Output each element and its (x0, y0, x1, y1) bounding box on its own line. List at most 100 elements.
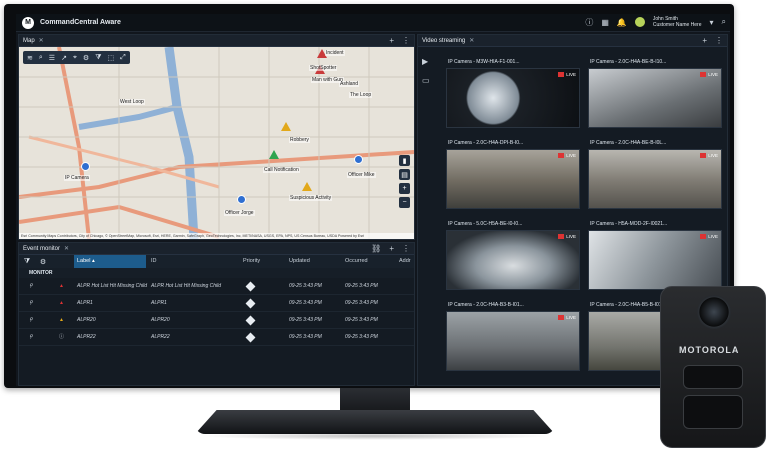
camera-feed[interactable]: LIVE (446, 311, 580, 371)
record-icon (558, 234, 565, 239)
map-label: Call Notification (263, 167, 300, 173)
chevron-down-icon[interactable]: ▾ (710, 18, 714, 27)
table-row[interactable]: ⚲ ▲ ALPR Hot List Hit Missing Child ALPR… (19, 278, 414, 295)
pin-icon[interactable]: ⚲ (29, 278, 33, 295)
live-badge: LIVE (700, 234, 718, 239)
expand-icon[interactable]: ⤢ (120, 54, 126, 62)
record-icon (558, 153, 565, 158)
motorola-logo-icon: M (22, 16, 34, 29)
zoom-out-button[interactable]: − (399, 197, 410, 208)
close-icon[interactable]: ✕ (64, 245, 69, 252)
more-icon[interactable]: ⋮ (715, 36, 723, 45)
camera-tile[interactable]: IP Camera - 2.0C-H4A-B3-B-I01... LIVE (446, 300, 580, 373)
add-icon[interactable]: + (389, 244, 394, 253)
apps-grid-icon[interactable]: ▦ (601, 18, 609, 27)
pin-icon[interactable]: ⚲ (29, 329, 33, 346)
chart-icon[interactable]: ↗ (61, 54, 67, 62)
user-info[interactable]: John Smith Customer Name Here (653, 16, 702, 28)
monitor-bezel: M CommandCentral Aware ⓘ ▦ 🔔 John Smith … (4, 4, 734, 388)
monitor-stand (195, 410, 555, 434)
camera-feed[interactable]: LIVE (446, 149, 580, 209)
map-toolbar: ≋ ⌕ ☰ ↗ ⌖ ⚙ ⧩ ⬚ ⤢ (23, 51, 130, 64)
list-icon[interactable]: ☰ (49, 54, 55, 62)
table-row[interactable]: ⚲ ⓘ ALPR22 ALPR22 09-25 3:43 PM 09-25 3:… (19, 329, 414, 346)
avatar[interactable] (634, 17, 645, 27)
table-row[interactable]: ⚲ ▲ ALPR20 ALPR20 09-25 3:43 PM 09-25 3:… (19, 312, 414, 329)
row-updated: 09-25 3:43 PM (289, 317, 322, 323)
live-badge: LIVE (558, 234, 576, 239)
tab-map[interactable]: Map ✕ (23, 37, 44, 45)
camera-feed[interactable]: LIVE (588, 230, 722, 290)
stand-shadow (200, 432, 550, 440)
gear-icon[interactable]: ⚙ (35, 258, 51, 266)
basemap-icon[interactable]: ▤ (399, 169, 410, 180)
bookmark-icon[interactable]: ▮ (399, 155, 410, 166)
select-icon[interactable]: ⬚ (107, 54, 114, 62)
location-pin-icon[interactable]: ⌖ (73, 54, 77, 62)
camera-tile[interactable]: IP Camera - 2.0C-H4A-BE-B-I0L... LIVE (588, 138, 722, 211)
close-icon[interactable]: ✕ (469, 37, 474, 44)
row-updated: 09-25 3:43 PM (289, 300, 322, 306)
video-camera-icon[interactable]: ▶ (422, 57, 430, 66)
row-id: ALPR Hot List Hit Missing Child (151, 283, 222, 289)
map-label: Incident (325, 50, 345, 56)
suspicious-alert-icon[interactable] (302, 182, 312, 191)
layout-icon[interactable]: ▭ (422, 76, 430, 85)
camera-tile[interactable]: IP Camera - 2.0C-H4A-BE-B-I10... LIVE (588, 57, 722, 130)
camera-feed[interactable]: LIVE (588, 149, 722, 209)
column-priority[interactable]: Priority (243, 255, 260, 268)
column-id[interactable]: ID (151, 255, 157, 268)
user-org: Customer Name Here (652, 22, 702, 28)
filter-icon[interactable]: ⧩ (95, 54, 101, 62)
column-occurred[interactable]: Occurred (345, 255, 368, 268)
info-icon[interactable]: ⓘ (585, 17, 593, 28)
table-row[interactable]: ⚲ ▲ ALPR1 ALPR1 09-25 3:43 PM 09-25 3:43… (19, 295, 414, 312)
layers-icon[interactable]: ≋ (27, 54, 33, 62)
more-icon[interactable]: ⋮ (402, 244, 410, 253)
search-icon[interactable]: ⌕ (722, 17, 726, 27)
officer-pin-icon[interactable] (237, 195, 246, 204)
link-icon[interactable]: ⛓ (371, 244, 381, 253)
close-icon[interactable]: ✕ (39, 37, 44, 44)
video-side-tools: ▶ ▭ (422, 57, 430, 85)
notification-bell-icon[interactable]: 🔔 (617, 18, 627, 27)
add-icon[interactable]: + (702, 36, 707, 45)
pin-icon[interactable]: ⚲ (29, 312, 33, 329)
camera-tile[interactable]: IP Camera - 5.0C-H5A-BE-I0-I0... LIVE (446, 219, 580, 292)
filter-icon[interactable]: ⧩ (19, 258, 35, 266)
camera-title: IP Camera - H5A-MOD-2F-I0021... (590, 221, 668, 227)
camera-tile[interactable]: IP Camera - M3W-HIA-F1-001... LIVE (446, 57, 580, 130)
zoom-in-button[interactable]: + (399, 183, 410, 194)
row-label: ALPR Hot List Hit Missing Child (77, 283, 148, 289)
map-label: ShotSpotter (309, 65, 338, 71)
search-icon[interactable]: ⌕ (39, 54, 43, 62)
live-badge: LIVE (558, 315, 576, 320)
add-icon[interactable]: + (389, 36, 394, 45)
camera-title: IP Camera - M3W-HIA-F1-001... (448, 59, 520, 65)
gear-icon[interactable]: ⚙ (83, 54, 89, 62)
camera-feed[interactable]: LIVE (588, 68, 722, 128)
more-icon[interactable]: ⋮ (402, 36, 410, 45)
tab-event-monitor[interactable]: Event monitor ✕ (23, 245, 69, 253)
pin-icon[interactable]: ⚲ (29, 295, 33, 312)
officer-pin-icon[interactable] (354, 155, 363, 164)
top-right-actions: ⓘ ▦ 🔔 John Smith Customer Name Here ▾ ⌕ (585, 16, 726, 28)
camera-feed[interactable]: LIVE (446, 230, 580, 290)
map-label: Ashland (339, 81, 360, 87)
robbery-alert-icon[interactable] (281, 122, 291, 131)
column-label[interactable]: Label ▴ (74, 255, 146, 268)
camera-tile[interactable]: IP Camera - H5A-MOD-2F-I0021... LIVE (588, 219, 722, 292)
camera-title: IP Camera - 5.0C-H5A-BE-I0-I0... (448, 221, 523, 227)
live-badge: LIVE (558, 72, 576, 77)
column-updated[interactable]: Updated (289, 255, 310, 268)
map-canvas[interactable]: ≋ ⌕ ☰ ↗ ⌖ ⚙ ⧩ ⬚ ⤢ Incident ShotSpotter M… (19, 47, 414, 239)
app-title: CommandCentral Aware (40, 19, 121, 26)
camera-pin-icon[interactable] (81, 162, 90, 171)
call-alert-icon[interactable] (269, 150, 279, 159)
column-extra[interactable]: Addr (399, 255, 411, 268)
map-label: The Loop (349, 92, 373, 98)
camera-tile[interactable]: IP Camera - 2.0C-H4A-DPI-B-I0... LIVE (446, 138, 580, 211)
tab-video-streaming[interactable]: Video streaming ✕ (422, 37, 474, 45)
camera-feed[interactable]: LIVE (446, 68, 580, 128)
map-label: Officer Mike (347, 172, 376, 178)
